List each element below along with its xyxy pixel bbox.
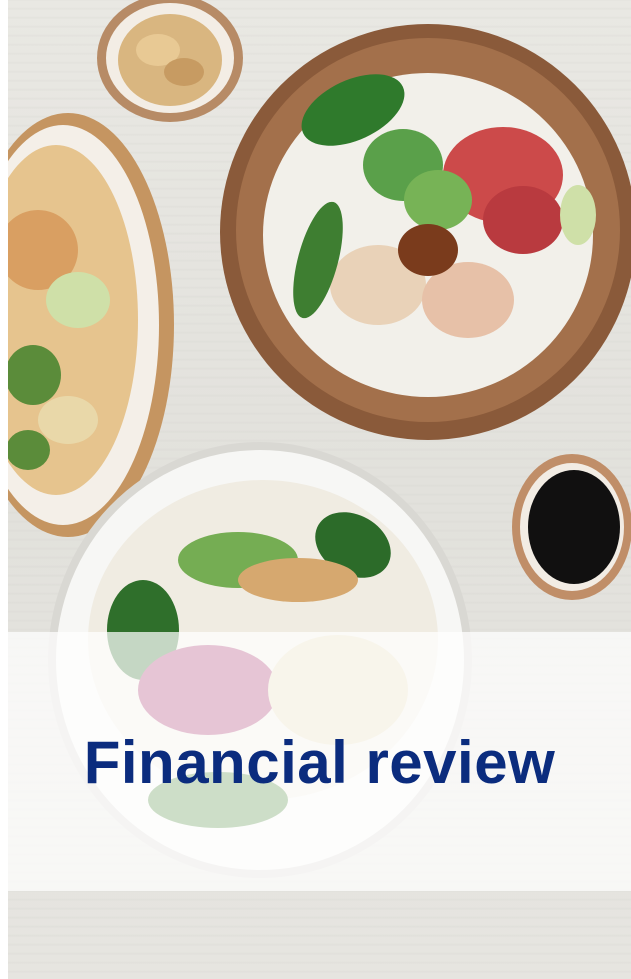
page-title: Financial review [83,729,556,796]
soy-sauce-dish [512,454,631,600]
poke-bowl-wood [220,24,631,440]
peanut-bowl [97,0,243,122]
noodle-bowl [8,113,174,537]
